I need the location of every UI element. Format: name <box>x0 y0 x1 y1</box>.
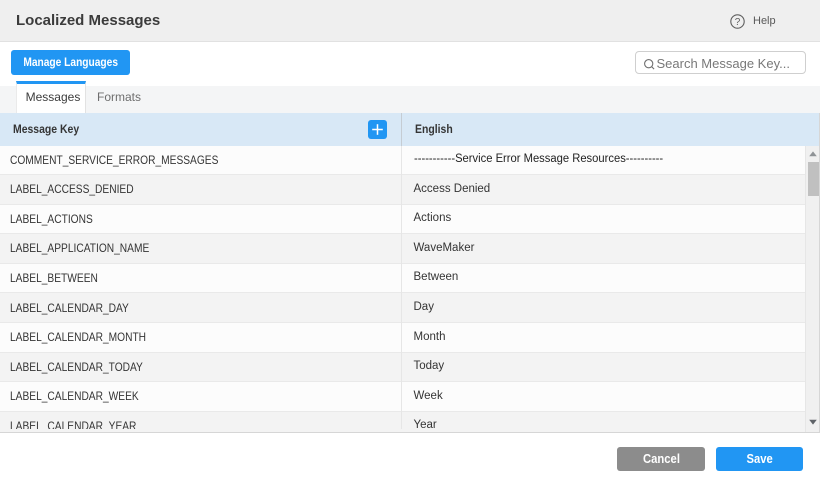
svg-text:?: ? <box>735 17 741 28</box>
